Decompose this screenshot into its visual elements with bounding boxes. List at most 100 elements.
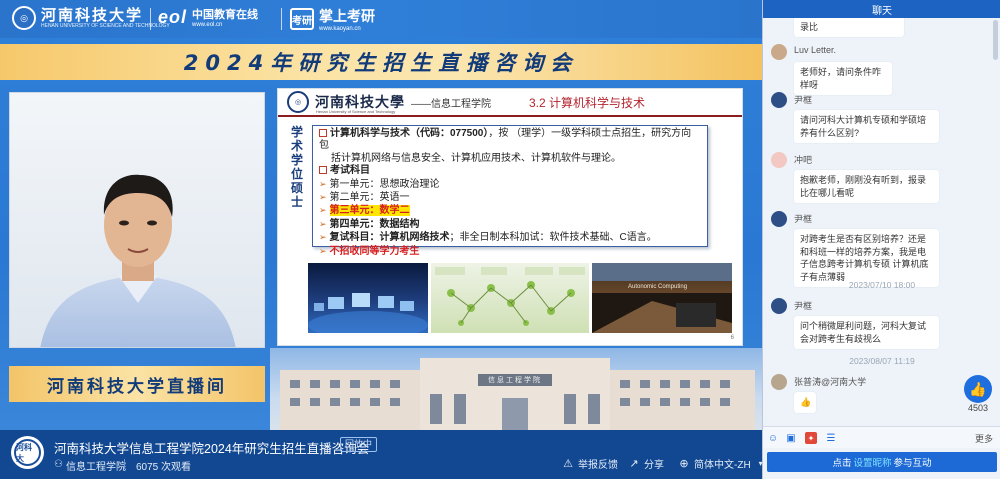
chat-username: 尹框 — [794, 95, 813, 105]
exam-unit-1: 第一单元：思想政治理论 — [329, 178, 440, 190]
chat-header: 聊天 — [763, 0, 1000, 18]
report-label: 举报反馈 — [578, 460, 618, 471]
chat-bubble: 老师，你好，有没有报录比 — [794, 18, 904, 37]
logo-bar: ◎ 河南科技大学 HENAN UNIVERSITY OF SCIENCE AND… — [0, 0, 762, 38]
live-stream-page: ◎ 河南科技大学 HENAN UNIVERSITY OF SCIENCE AND… — [0, 0, 1000, 479]
image-caption: Autonomic Computing — [628, 284, 688, 290]
organizer-name[interactable]: 信息工程学院 — [66, 458, 126, 473]
chat-bubble: 请问河科大计算机专硕和学硕培养有什么区别? — [794, 110, 939, 143]
stream-title: 河南科技大学信息工程学院2024年研究生招生直播咨询会 — [54, 442, 370, 456]
chat-bubble: 问个稍微犀利问题，河科大复试会对跨考生有歧视么 — [794, 316, 939, 349]
chat-username: 尹框 — [794, 301, 813, 311]
chat-message-list[interactable]: 老师，你好，有没有报录比 Luv Letter. 老师好，请问条件咋样呀 尹框 … — [763, 18, 1000, 426]
chat-timestamp: 2023/07/10 18:00 — [848, 280, 916, 290]
chat-toolbar: ☺ ▣ ✦ ☰ 更多 — [763, 426, 1000, 448]
no-equivalent-note: 不招收同等学力考生 — [329, 245, 420, 257]
kaoyan-icon: 考研 — [290, 8, 314, 30]
computer-lab-image — [308, 263, 428, 333]
exam-unit-4: 第四单元：数据结构 — [329, 218, 420, 230]
kaoyan-url: www.kaoyan.cn — [319, 26, 361, 32]
slide-line: ➢ 复试科目：计算机网络技术；非全日制本科加试：软件技术基础、C语言。 — [319, 231, 701, 244]
slide-line: ➢ 第三单元：数学二 — [319, 204, 701, 217]
slide-page-number: 6 — [730, 335, 734, 341]
info-divider — [124, 459, 125, 469]
presentation-slide: ◎ 河南科技大學 ——信息工程学院 3.2 计算机科学与技术 Henan Uni… — [277, 88, 743, 346]
exam-unit-2: 第二单元：英语一 — [329, 192, 410, 204]
program-directions: 括计算机网络与信息安全、计算机应用技术、计算机软件与理论。 — [331, 152, 621, 164]
eol-brand: eol — [158, 6, 188, 27]
chat-title: 聊天 — [872, 5, 892, 17]
like-count: 4503 — [967, 403, 989, 413]
eol-cn: 中国教育在线 — [192, 9, 259, 21]
chat-username: Luv Letter. — [794, 45, 837, 55]
chat-join-button[interactable]: 点击 设置昵称 参与互动 — [767, 452, 997, 472]
building-sign: 信息工程学院 — [488, 377, 542, 384]
more-button[interactable]: 更多 — [975, 432, 993, 445]
report-button[interactable]: ⚠ 举报反馈 — [562, 456, 618, 471]
chat-bubble: 对跨考生是否有区别培养？还是和科班一样的培养方案，我是电子信息跨考计算机专硕 计… — [794, 229, 939, 287]
title-banner-text: 2024年研究生招生直播咨询会 — [183, 51, 579, 75]
network-diagram-image — [431, 263, 589, 333]
chat-scrollbar[interactable] — [993, 20, 998, 60]
user-avatar — [771, 211, 787, 227]
share-icon: ↗ — [629, 458, 639, 470]
user-avatar — [771, 298, 787, 314]
slide-line: ➢ 第四单元：数据结构 — [319, 218, 701, 231]
chat-bubble: 👍 — [794, 392, 816, 413]
slide-section-title: 3.2 计算机科学与技术 — [529, 95, 646, 110]
chat-bubble: 老师好，请问条件咋样呀 — [794, 62, 892, 95]
share-button[interactable]: ↗ 分享 — [628, 456, 664, 471]
view-count: 6075 次观看 — [136, 462, 192, 473]
more-label: 更多 — [974, 434, 993, 444]
slide-image-strip: Autonomic Computing — [308, 263, 732, 333]
replay-status-badge: 回放中 — [340, 437, 378, 452]
retest-subject: 复试科目：计算机网络技术 — [329, 232, 450, 244]
chat-username: 尹框 — [794, 214, 813, 224]
share-label: 分享 — [644, 460, 664, 471]
user-avatar — [771, 44, 787, 60]
name-plate: 河南科技大学直播间 — [9, 366, 265, 402]
logo-separator — [281, 8, 282, 30]
language-label: 简体中文-ZH — [694, 460, 751, 471]
user-icon: ⚇ — [54, 459, 63, 470]
eol-url: www.eol.cn — [192, 22, 223, 28]
slide-seal-icon: ◎ — [287, 91, 309, 113]
slide-line: ➢ 第一单元：思想政治理论 — [319, 178, 701, 191]
emoji-icon[interactable]: ☺ — [767, 432, 779, 444]
name-plate-text: 河南科技大学直播间 — [47, 376, 227, 396]
bullet-square-icon — [319, 166, 327, 175]
language-selector[interactable]: ⊕ 简体中文-ZH ▾ — [678, 456, 767, 471]
image-icon[interactable]: ▣ — [785, 432, 797, 444]
gift-icon[interactable]: ✦ — [805, 432, 817, 444]
chat-username: 张普涛@河南大学 — [794, 377, 867, 387]
kaoyan-logo: 考研 掌上考研 www.kaoyan.cn — [290, 6, 375, 32]
eol-logo: eol 中国教育在线 www.eol.cn — [158, 6, 259, 29]
chat-bubble: 抱歉老师，刚刚没有听到，报录比在哪儿看呢 — [794, 170, 939, 203]
arrow-bullet-icon: ➢ — [319, 245, 327, 256]
slide-line: 计算机科学与技术（代码：077500），按 （理学）一级学科硕士点招生，研究方向… — [319, 128, 701, 153]
thumbs-up-icon: 👍 — [969, 380, 987, 397]
arrow-bullet-icon: ➢ — [319, 192, 327, 203]
like-button[interactable]: 👍 — [964, 375, 992, 403]
slide-line: ➢ 第二单元：英语一 — [319, 191, 701, 204]
slide-school-en: Henan University of Science and Technolo… — [316, 109, 396, 114]
bullet-square-icon — [319, 129, 327, 137]
title-banner: 2024年研究生招生直播咨询会 — [0, 44, 762, 80]
chat-timestamp: 2023/08/07 11:19 — [849, 356, 915, 366]
slide-line: ➢ 不招收同等学力考生 — [319, 245, 701, 258]
exam-unit-3: 第三单元：数学二 — [329, 205, 410, 217]
document-icon[interactable]: ☰ — [825, 432, 837, 444]
slide-dept: ——信息工程学院 — [411, 98, 491, 110]
arrow-bullet-icon: ➢ — [319, 218, 327, 229]
channel-avatar[interactable]: 河科大 — [11, 436, 44, 469]
arrow-bullet-icon: ➢ — [319, 205, 327, 216]
video-player[interactable]: ◎ 河南科技大学 HENAN UNIVERSITY OF SCIENCE AND… — [0, 0, 762, 430]
user-avatar — [771, 374, 787, 390]
join-prefix: 点击 — [832, 458, 852, 469]
globe-icon: ⊕ — [679, 458, 689, 470]
report-icon: ⚠ — [563, 458, 573, 470]
set-nickname-link[interactable]: 设置昵称 — [853, 455, 891, 469]
user-avatar — [771, 152, 787, 168]
campus-building-backdrop: 信息工程学院 — [270, 348, 762, 430]
slide-content-box: 计算机科学与技术（代码：077500），按 （理学）一级学科硕士点招生，研究方向… — [312, 125, 708, 257]
